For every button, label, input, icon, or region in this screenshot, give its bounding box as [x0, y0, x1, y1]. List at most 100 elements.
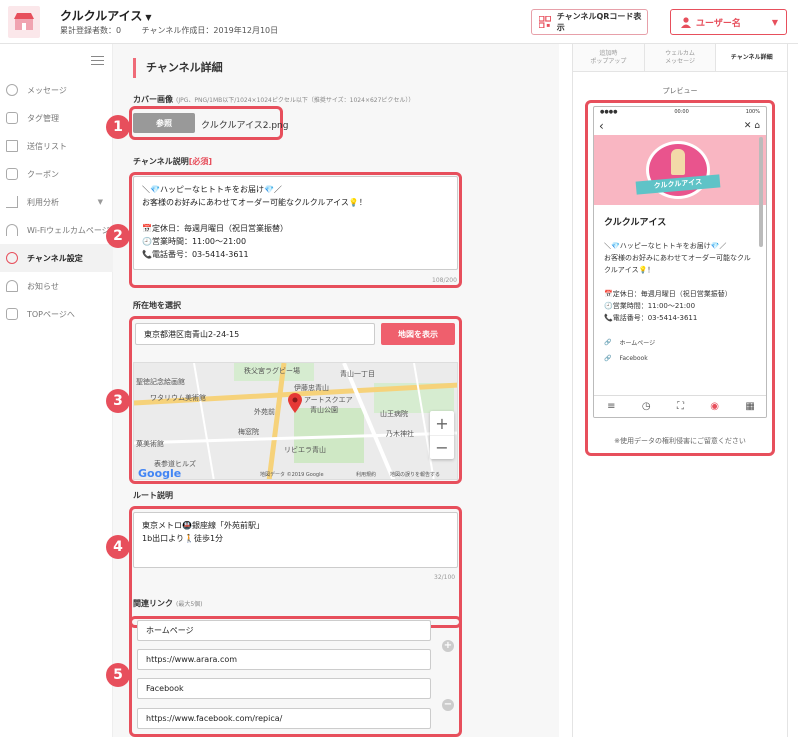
battery-level: 100%	[745, 109, 760, 115]
bar-chart-icon	[6, 196, 18, 208]
map-label: 聖徳記念絵画館	[136, 378, 185, 386]
sidebar-item-tags[interactable]: タグ管理	[0, 104, 113, 132]
status-time: 00:00	[674, 109, 689, 115]
sidebar-item-wifi-welcome[interactable]: Wi-Fiウェルカムページ	[0, 216, 113, 244]
description-line: 📞電話番号：03-5414-3611	[142, 250, 249, 259]
phone-preview: ●●●● 00:00 100% ‹ ✕ ⌂ クルクルアイス クルクルアイス ＼💎…	[593, 106, 767, 418]
sidebar-item-label: TOPページへ	[27, 309, 75, 319]
sidebar-item-analytics[interactable]: 利用分析 ▼	[0, 188, 113, 216]
gear-icon	[6, 252, 18, 264]
user-menu-button[interactable]: ユーザー名 ▼	[670, 9, 787, 35]
sidebar-item-coupon[interactable]: クーポン	[0, 160, 113, 188]
wifi-icon	[6, 224, 18, 236]
store-logo[interactable]	[8, 6, 40, 38]
description-line: 📅定休日：毎週月曜日（祝日営業振替）	[142, 224, 288, 233]
location-map[interactable]: 秩父宮ラグビー場 青山一丁目 聖徳記念絵画館 伊藤忠青山 ワタリウム美術館 外苑…	[133, 362, 458, 480]
link-icon: 🔗	[604, 355, 612, 362]
link-title-input[interactable]: ホームページ	[137, 620, 431, 641]
zoom-in-icon[interactable]: +	[430, 411, 454, 435]
scan-icon[interactable]: ⛶	[677, 401, 684, 412]
location-label: 所在地を選択	[133, 301, 181, 310]
route-line: 1b出口より🚶徒歩1分	[142, 534, 224, 543]
tag-icon	[6, 112, 18, 124]
member-count: 累計登録者数：0	[60, 26, 122, 35]
map-label: 菓美術館	[136, 440, 164, 448]
preview-label: プレビュー	[662, 87, 698, 95]
sidebar-item-send-list[interactable]: 送信リスト	[0, 132, 113, 160]
map-label: 梅窓院	[238, 428, 259, 436]
link-title-input[interactable]: Facebook	[137, 678, 431, 699]
map-label: リビエラ青山	[284, 446, 326, 454]
back-arrow-icon[interactable]: ‹	[599, 119, 604, 133]
menu-icon[interactable]: ≡	[607, 401, 615, 412]
map-label: 伊藤忠青山	[294, 384, 329, 392]
sidebar-item-label: 送信リスト	[27, 141, 67, 151]
map-label: 秩父宮ラグビー場	[244, 367, 300, 375]
tab-add-popup[interactable]: 追加時 ポップアップ	[573, 44, 645, 71]
map-copyright: 地図データ ©2019 Google	[260, 472, 324, 478]
remove-link-icon[interactable]: −	[442, 699, 454, 711]
ice-cream-illustration	[671, 149, 685, 175]
mute-home-icons: ✕ ⌂	[743, 121, 760, 131]
cover-file-name: クルクルアイス2.png	[201, 121, 289, 131]
annotation-marker-4: 4	[106, 535, 130, 559]
phone-nav-bar: ‹ ✕ ⌂	[594, 117, 766, 135]
map-label: ワタリウム美術館	[150, 394, 206, 402]
bell-icon	[6, 280, 18, 292]
sidebar-item-channel-settings[interactable]: チャンネル設定	[0, 244, 113, 272]
map-report-link[interactable]: 地図の誤りを報告する	[390, 471, 440, 478]
sidebar-item-notices[interactable]: お知らせ	[0, 272, 113, 300]
signal-icon: ●●●●	[600, 109, 618, 115]
sidebar-item-label: タグ管理	[27, 113, 59, 123]
list-icon	[6, 140, 18, 152]
annotation-marker-2: 2	[106, 224, 130, 248]
address-input[interactable]: 東京都港区南青山2-24-15	[135, 323, 375, 345]
map-zoom-control: + −	[430, 411, 454, 459]
route-counter: 32/100	[434, 574, 456, 581]
link-url-input[interactable]: https://www.facebook.com/repica/	[137, 708, 431, 729]
show-map-button[interactable]: 地図を表示	[381, 323, 455, 345]
qr-top-icon	[6, 308, 18, 320]
preview-panel: 追加時 ポップアップ ウェルカム メッセージ チャンネル詳細 プレビュー ●●●…	[572, 44, 788, 737]
add-link-icon[interactable]: +	[442, 640, 454, 652]
preview-link-homepage[interactable]: 🔗 ホームページ	[604, 338, 756, 347]
description-line	[142, 209, 449, 222]
chat-icon[interactable]: ◉	[710, 401, 719, 412]
link-icon: 🔗	[604, 339, 612, 346]
store-name-dropdown[interactable]: クルクルアイス ▼	[60, 7, 151, 24]
user-icon	[681, 16, 691, 28]
chevron-down-icon: ▼	[97, 198, 103, 206]
map-label: 山王病院	[380, 410, 408, 418]
caret-down-icon: ▼	[771, 17, 778, 27]
preview-link-facebook[interactable]: 🔗 Facebook	[604, 355, 756, 362]
page-title: チャンネル詳細	[133, 58, 223, 78]
cover-image-label: カバー画像 (JPG、PNG/1MB以下/1024×1024ピクセル以下（推奨サイ…	[133, 94, 414, 105]
sidebar-item-label: メッセージ	[27, 85, 67, 95]
links-label: 関連リンク (最大5個)	[133, 598, 203, 609]
description-line: 🕘営業時間：11:00～21:00	[142, 237, 247, 246]
google-logo: Google	[138, 467, 182, 480]
channel-qr-button[interactable]: チャンネルQRコード表示	[531, 9, 648, 35]
sidebar-item-label: Wi-Fiウェルカムページ	[27, 225, 110, 235]
sidebar-item-message[interactable]: メッセージ	[0, 76, 113, 104]
sidebar-item-top-page[interactable]: TOPページへ	[0, 300, 113, 328]
sidebar-item-label: 利用分析	[27, 197, 59, 207]
channel-description-textarea[interactable]: ＼💎ハッピーなヒトトキをお届け💎／ お客様のお好みにあわせてオーダー可能なクルク…	[133, 176, 458, 270]
tab-welcome-message[interactable]: ウェルカム メッセージ	[644, 44, 717, 71]
annotation-marker-1: 1	[106, 115, 130, 139]
route-description-textarea[interactable]: 東京メトロ🚇銀座線「外苑前駅」 1b出口より🚶徒歩1分	[133, 512, 458, 568]
cover-hint: (JPG、PNG/1MB以下/1024×1024ピクセル以下（推奨サイズ：102…	[176, 97, 415, 104]
browse-button[interactable]: 参照	[133, 113, 195, 133]
preview-scrollbar[interactable]	[759, 137, 763, 247]
caret-down-icon: ▼	[145, 13, 152, 22]
qr-code-icon[interactable]: ▦	[745, 401, 754, 412]
preview-tabs: 追加時 ポップアップ ウェルカム メッセージ チャンネル詳細	[573, 44, 788, 72]
cover-label-text: カバー画像	[133, 95, 173, 104]
hamburger-menu-icon[interactable]	[91, 56, 104, 68]
zoom-out-icon[interactable]: −	[430, 435, 454, 459]
map-terms-link[interactable]: 利用規約	[356, 471, 376, 478]
route-label: ルート説明	[133, 491, 173, 500]
link-url-input[interactable]: https://www.arara.com	[137, 649, 431, 670]
tab-channel-detail[interactable]: チャンネル詳細	[716, 44, 788, 71]
history-icon[interactable]: ◷	[642, 401, 651, 412]
